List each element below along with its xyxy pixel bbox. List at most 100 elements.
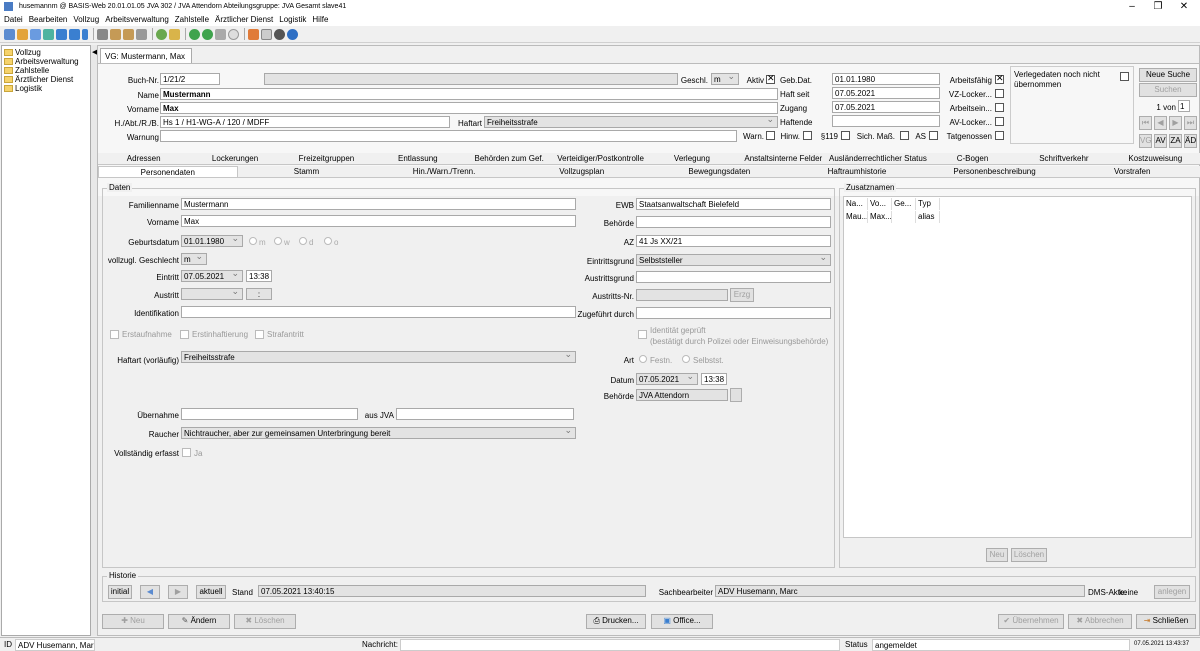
geschlecht-select[interactable]: m	[181, 253, 207, 265]
nav-item-arbeitsverwaltung[interactable]: Arbeitsverwaltung	[4, 57, 88, 66]
tab-auslaender[interactable]: Ausländerrechtlicher Status	[829, 153, 927, 164]
aus-jva-field[interactable]	[396, 408, 574, 420]
minimize-icon[interactable]: –	[1120, 0, 1144, 13]
tab-vorstrafen[interactable]: Vorstrafen	[1063, 166, 1200, 177]
tab-personenbeschreibung[interactable]: Personenbeschreibung	[926, 166, 1064, 177]
suchen-button[interactable]: Suchen	[1139, 83, 1197, 97]
delete-icon[interactable]	[136, 28, 147, 40]
ad-button[interactable]: ÄD	[1184, 134, 1197, 148]
art-selbstst-radio[interactable]	[682, 355, 690, 363]
stand-field[interactable]: 07.05.2021 13:40:15	[258, 585, 646, 597]
cut-icon[interactable]	[97, 28, 108, 40]
first-page-icon[interactable]: ⏮	[1139, 116, 1152, 130]
gender-o-radio[interactable]	[324, 237, 332, 245]
tab-entlassung[interactable]: Entlassung	[372, 153, 463, 164]
col-header-name[interactable]: Na...	[844, 198, 868, 210]
paste-icon[interactable]	[123, 28, 134, 40]
tab-verteidiger[interactable]: Verteidiger/Postkontrolle	[555, 153, 646, 164]
zugang-field[interactable]: 07.05.2021	[832, 101, 940, 113]
document-tab[interactable]: VG: Mustermann, Max	[100, 48, 192, 63]
maximize-icon[interactable]: ❐	[1146, 0, 1170, 13]
last-page-icon[interactable]: ⏭	[1184, 116, 1197, 130]
austritt-time-field[interactable]: :	[246, 288, 272, 300]
next-page-icon[interactable]: ▶	[1169, 116, 1182, 130]
tab-adressen[interactable]: Adressen	[98, 153, 189, 164]
flag-as-checkbox[interactable]	[929, 131, 938, 140]
history-forward-icon[interactable]: ▶	[168, 585, 188, 599]
geburtsdatum-field[interactable]: 01.01.1980	[181, 235, 243, 247]
tab-personendaten[interactable]: Personendaten	[98, 166, 238, 177]
table-cell[interactable]	[892, 211, 916, 223]
eintritt-time-field[interactable]: 13:38	[246, 270, 272, 282]
neu-button[interactable]: ✚ Neu	[102, 614, 164, 629]
geb-dat-field[interactable]: 01.01.1980	[832, 73, 940, 85]
vorname-field[interactable]: Max	[160, 102, 778, 114]
strafantritt-checkbox[interactable]	[255, 330, 264, 339]
col-header-typ[interactable]: Typ	[916, 198, 940, 210]
vollstaendig-checkbox[interactable]	[182, 448, 191, 457]
gender-m-radio[interactable]	[249, 237, 257, 245]
schliessen-button[interactable]: ⇥ Schließen	[1136, 614, 1196, 629]
haft-seit-field[interactable]: 07.05.2021	[832, 87, 940, 99]
eintrittsgrund-select[interactable]: Selbststeller	[636, 254, 831, 266]
page-field[interactable]: 1	[1178, 100, 1190, 112]
tab-freizeitgruppen[interactable]: Freizeitgruppen	[281, 153, 372, 164]
haftart-vorl-select[interactable]: Freiheitsstrafe	[181, 351, 576, 363]
tab-verlegung[interactable]: Verlegung	[646, 153, 737, 164]
familienname-field[interactable]: Mustermann	[181, 198, 576, 210]
table-cell[interactable]: Mau...	[844, 211, 868, 223]
az-field[interactable]: 41 Js XX/21	[636, 235, 831, 247]
tab-behoerden[interactable]: Behörden zum Gef.	[464, 153, 555, 164]
window-icon[interactable]	[215, 28, 226, 40]
behoerde2-lookup-button[interactable]	[730, 388, 742, 402]
tab-kostzuweisung[interactable]: Kostzuweisung	[1110, 153, 1200, 164]
menu-bearbeiten[interactable]: Bearbeiten	[29, 15, 68, 24]
forward-icon[interactable]	[202, 28, 213, 40]
nav-item-aerztlicher-dienst[interactable]: Ärztlicher Dienst	[4, 75, 88, 84]
behoerde-field[interactable]	[636, 216, 831, 228]
uebernahme-field[interactable]	[181, 408, 358, 420]
help-icon[interactable]	[287, 28, 298, 40]
identitaet-checkbox[interactable]	[638, 330, 647, 339]
tab-schriftverkehr[interactable]: Schriftverkehr	[1018, 153, 1109, 164]
copy-icon[interactable]	[110, 28, 121, 40]
print-icon[interactable]	[30, 28, 41, 40]
initial-button[interactable]: initial	[108, 585, 132, 599]
tab-bewegungsdaten[interactable]: Bewegungsdaten	[651, 166, 789, 177]
buch-nr-field[interactable]: 1/21/2	[160, 73, 220, 85]
tab-lockerungen[interactable]: Lockerungen	[189, 153, 280, 164]
menu-datei[interactable]: Datei	[4, 15, 23, 24]
history-back-icon[interactable]: ◀	[140, 585, 160, 599]
refresh-icon[interactable]	[156, 28, 167, 40]
tab-hin-warn-trenn[interactable]: Hin./Warn./Trenn.	[375, 166, 513, 177]
austrittsgrund-field[interactable]	[636, 271, 831, 283]
gender-d-radio[interactable]	[299, 237, 307, 245]
warnung-field[interactable]	[160, 130, 737, 142]
haftart-field[interactable]: Freiheitsstrafe	[484, 116, 778, 128]
menu-arbeitsverwaltung[interactable]: Arbeitsverwaltung	[105, 15, 169, 24]
nav-item-zahlstelle[interactable]: Zahlstelle	[4, 66, 88, 75]
flag-sich-mass-checkbox[interactable]	[900, 131, 909, 140]
art-festn-radio[interactable]	[639, 355, 647, 363]
haftende-field[interactable]	[832, 115, 940, 127]
av-button[interactable]: AV	[1154, 134, 1167, 148]
arbeitsfaehig-checkbox[interactable]	[995, 73, 1004, 84]
geschl-select[interactable]: m	[711, 73, 739, 85]
aktuell-button[interactable]: aktuell	[196, 585, 226, 599]
nav-item-logistik[interactable]: Logistik	[4, 84, 88, 93]
identifikation-field[interactable]	[181, 306, 576, 318]
grid-icon[interactable]	[43, 28, 54, 40]
loeschen-button[interactable]: ✖ Löschen	[234, 614, 296, 629]
hab-field[interactable]: Hs 1 / H1-WG-A / 120 / MDFF	[160, 116, 450, 128]
settings-icon[interactable]	[274, 28, 285, 40]
austritt-date-field[interactable]	[181, 288, 243, 300]
austritts-nr-field[interactable]	[636, 289, 728, 301]
zugefuehrt-field[interactable]	[636, 307, 831, 319]
tile-icon[interactable]	[56, 28, 67, 40]
col-header-vorname[interactable]: Vo...	[868, 198, 892, 210]
home-icon[interactable]	[4, 28, 15, 40]
menu-vollzug[interactable]: Vollzug	[73, 15, 99, 24]
mail-icon[interactable]	[261, 28, 272, 40]
menu-zahlstelle[interactable]: Zahlstelle	[175, 15, 209, 24]
menu-logistik[interactable]: Logistik	[279, 15, 306, 24]
